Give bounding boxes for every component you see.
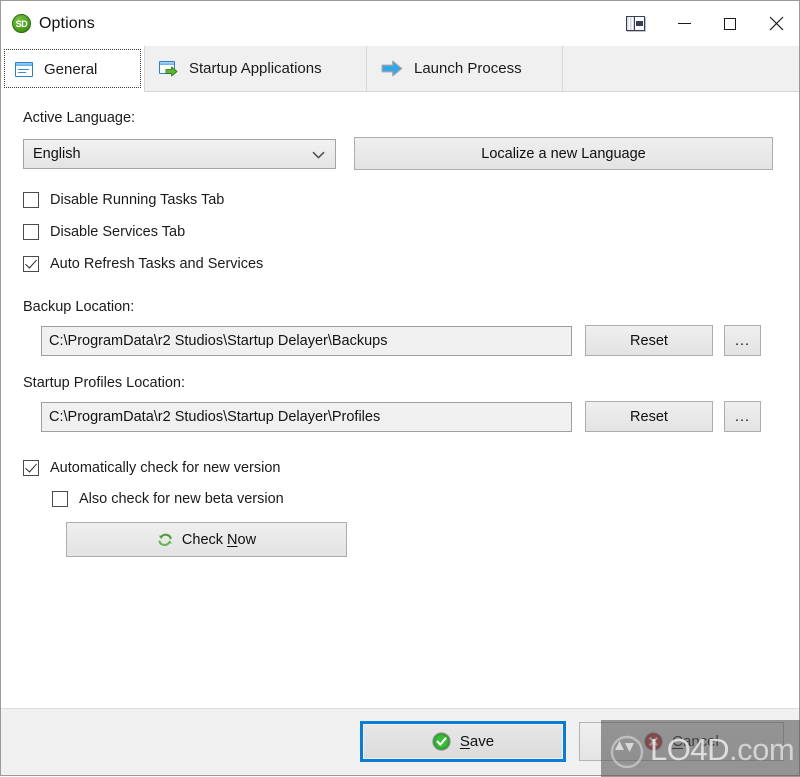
checkbox-auto-refresh-box[interactable] <box>23 256 39 272</box>
profiles-location-label: Startup Profiles Location: <box>23 375 777 391</box>
cancel-accel: C <box>672 733 683 750</box>
localize-new-language-button[interactable]: Localize a new Language <box>354 137 773 170</box>
backup-location-section: Backup Location: C:\ProgramData\r2 Studi… <box>23 299 777 356</box>
tab-startup-applications[interactable]: Startup Applications <box>145 46 367 91</box>
checkbox-disable-running-tasks-label: Disable Running Tasks Tab <box>50 192 224 208</box>
checkbox-auto-check-version-box[interactable] <box>23 460 39 476</box>
success-check-icon <box>432 732 451 751</box>
chevron-down-icon <box>312 151 325 159</box>
checkbox-beta-version[interactable]: Also check for new beta version <box>52 491 777 507</box>
toggles-section: Disable Running Tasks Tab Disable Servic… <box>23 192 777 272</box>
maximize-icon <box>724 18 736 30</box>
cancel-rest: ancel <box>683 733 719 750</box>
language-select[interactable]: English <box>23 139 336 169</box>
checkbox-beta-version-box[interactable] <box>52 491 68 507</box>
panes-icon <box>626 16 645 31</box>
dialog-footer: Save Cancel <box>1 708 799 775</box>
tab-startup-applications-label: Startup Applications <box>189 60 322 77</box>
checkbox-auto-check-version-label: Automatically check for new version <box>50 460 281 476</box>
check-now-accel: N <box>227 532 237 548</box>
maximize-button[interactable] <box>707 1 753 46</box>
active-language-label: Active Language: <box>23 110 777 126</box>
tab-strip: General Startup Applications Launch Proc… <box>1 46 799 92</box>
cancel-button[interactable]: Cancel <box>579 722 784 761</box>
title-bar-left: SD Options <box>1 14 95 33</box>
window-controls <box>609 1 799 46</box>
backup-location-row: C:\ProgramData\r2 Studios\Startup Delaye… <box>41 325 777 356</box>
backup-reset-button[interactable]: Reset <box>585 325 713 356</box>
window-title: Options <box>39 15 95 33</box>
minimize-button[interactable] <box>661 1 707 46</box>
save-accel: S <box>460 733 470 750</box>
close-button[interactable] <box>753 1 799 46</box>
tab-general-label: General <box>44 61 97 78</box>
profiles-location-section: Startup Profiles Location: C:\ProgramDat… <box>23 375 777 432</box>
language-select-value: English <box>33 146 81 162</box>
checkbox-disable-services-box[interactable] <box>23 224 39 240</box>
tab-general[interactable]: General <box>1 46 145 92</box>
tab-launch-process[interactable]: Launch Process <box>367 46 563 91</box>
active-language-section: Active Language: English Localize a new … <box>23 110 777 170</box>
panes-view-button[interactable] <box>609 1 661 46</box>
checkbox-auto-check-version[interactable]: Automatically check for new version <box>23 460 777 476</box>
title-bar: SD Options <box>1 1 799 46</box>
check-now-button[interactable]: Check Now <box>66 522 347 557</box>
save-button[interactable]: Save <box>360 721 566 762</box>
blue-arrow-icon <box>381 60 403 77</box>
cancel-label: Cancel <box>672 733 719 750</box>
backup-browse-button[interactable]: ... <box>724 325 761 356</box>
checkbox-disable-running-tasks[interactable]: Disable Running Tasks Tab <box>23 192 777 208</box>
minimize-icon <box>678 23 691 24</box>
check-now-suffix: ow <box>238 532 257 548</box>
list-window-icon <box>15 62 33 77</box>
close-icon <box>769 16 784 31</box>
window-arrow-icon <box>159 61 178 77</box>
check-now-prefix: Check <box>182 532 227 548</box>
checkbox-beta-version-label: Also check for new beta version <box>79 491 284 507</box>
refresh-icon <box>157 532 174 547</box>
profiles-location-input[interactable]: C:\ProgramData\r2 Studios\Startup Delaye… <box>41 402 572 432</box>
checkbox-disable-services-label: Disable Services Tab <box>50 224 185 240</box>
profiles-browse-button[interactable]: ... <box>724 401 761 432</box>
checkbox-auto-refresh-label: Auto Refresh Tasks and Services <box>50 256 263 272</box>
backup-location-input[interactable]: C:\ProgramData\r2 Studios\Startup Delaye… <box>41 326 572 356</box>
save-rest: ave <box>470 733 494 750</box>
save-button-inner: Save <box>363 724 563 759</box>
options-dialog: SD Options <box>0 0 800 776</box>
checkbox-auto-refresh[interactable]: Auto Refresh Tasks and Services <box>23 256 777 272</box>
backup-location-label: Backup Location: <box>23 299 777 315</box>
update-check-section: Automatically check for new version Also… <box>23 460 777 557</box>
check-now-label: Check Now <box>182 532 256 548</box>
language-row: English Localize a new Language <box>23 137 777 170</box>
checkbox-disable-services[interactable]: Disable Services Tab <box>23 224 777 240</box>
general-tab-panel: Active Language: English Localize a new … <box>1 92 799 708</box>
save-label: Save <box>460 733 494 750</box>
profiles-reset-button[interactable]: Reset <box>585 401 713 432</box>
profiles-location-row: C:\ProgramData\r2 Studios\Startup Delaye… <box>41 401 777 432</box>
tab-launch-process-label: Launch Process <box>414 60 522 77</box>
app-logo-icon: SD <box>12 14 31 33</box>
checkbox-disable-running-tasks-box[interactable] <box>23 192 39 208</box>
error-cross-icon <box>644 732 663 751</box>
